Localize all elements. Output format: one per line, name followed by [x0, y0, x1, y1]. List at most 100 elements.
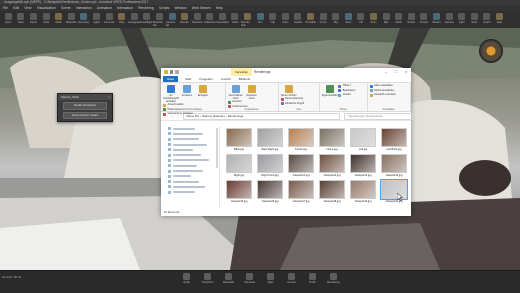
menu-item-edit[interactable]: Edit [13, 6, 19, 10]
toolbar-button-cluster[interactable]: Cluster [418, 11, 431, 27]
eigenschaften-button[interactable]: Eigenschaften [322, 84, 338, 97]
tab-ansicht[interactable]: Ansicht [221, 77, 231, 81]
nav-scrollbar[interactable] [216, 128, 218, 168]
toolbar-button-camera[interactable]: Camera [443, 11, 456, 27]
file-item[interactable]: Back Right.jpg [256, 128, 284, 151]
file-item[interactable]: Home.jpg [318, 128, 346, 151]
menu-item-interaction[interactable]: Interaction [76, 6, 92, 10]
toolbar-button-help[interactable]: Help [493, 11, 506, 27]
menu-item-interaction[interactable]: Interaction [117, 6, 133, 10]
verknüpfung-einfügen-button[interactable]: Verknüpfung einfügen [163, 112, 193, 117]
file-item[interactable]: Right Front.jpg [256, 154, 284, 177]
menu-item-visualization[interactable]: Visualization [37, 6, 56, 10]
toolbar-button-lights[interactable]: Lights [90, 11, 103, 27]
nav-tree-item[interactable] [161, 190, 219, 195]
toolbar-button-scan[interactable]: Scan [468, 11, 481, 27]
toolbar-button-clip[interactable]: Clip [266, 11, 279, 27]
kopieren-nach-button[interactable]: Kopieren nach [244, 84, 260, 100]
toolbar-button-sun[interactable]: Sun [254, 11, 267, 27]
toolbar-button-geometry[interactable]: Geometry [78, 11, 91, 27]
file-item[interactable]: Viewpoint5.jpg [225, 180, 253, 203]
toolbar-button-redo[interactable]: Redo [52, 11, 65, 27]
properties-icon[interactable] [169, 70, 173, 74]
file-item[interactable]: Left.jpg [349, 128, 377, 151]
toolbar-button-fullscreen[interactable]: Fullscreen [204, 11, 217, 27]
minimize-icon[interactable]: – [381, 68, 391, 76]
menu-item-view[interactable]: View [24, 6, 31, 10]
toolbar-button-vr[interactable]: VR [355, 11, 368, 27]
neuer-ordner-button[interactable]: Neuer Ordner [281, 84, 297, 97]
toolbar-button-video[interactable]: Video [229, 11, 242, 27]
toolbar-button-sens[interactable]: Sens [342, 11, 355, 27]
render-all-variants-button[interactable]: Render All Variants [63, 102, 107, 110]
menu-item-window[interactable]: Window [174, 6, 186, 10]
toolbar-button-render[interactable]: Render [178, 11, 191, 27]
menu-item-rendering[interactable]: Rendering [138, 6, 154, 10]
hud-button-clips[interactable]: Clips [262, 271, 279, 284]
menu-item-scripts[interactable]: Scripts [159, 6, 169, 10]
menu-item-help[interactable]: Help [216, 6, 223, 10]
toolbar-button-open[interactable]: Open [2, 11, 15, 27]
tab-bildtools[interactable]: Bildtools [239, 77, 250, 81]
toolbar-button-light[interactable]: Light [455, 11, 468, 27]
einfügen-button[interactable]: Einfügen [195, 84, 211, 97]
verlauf-button[interactable]: Verlauf [338, 93, 355, 98]
file-item[interactable]: Viewpoint0.jpg [380, 179, 408, 203]
close-icon[interactable]: × [108, 94, 110, 100]
tab-freigeben[interactable]: Freigeben [199, 77, 213, 81]
toolbar-button-cameras[interactable]: Cameras [103, 11, 116, 27]
toolbar-button-raytrace[interactable]: Raytrace [191, 11, 204, 27]
menu-item-scene[interactable]: Scene [61, 6, 71, 10]
hud-button-rendering[interactable]: Rendering [325, 271, 342, 284]
navigation-compass[interactable] [479, 39, 503, 63]
folder-icon[interactable] [164, 70, 168, 74]
toolbar-button-presentation[interactable]: Presentation [216, 11, 229, 27]
toolbar-button-save[interactable]: Save [15, 11, 28, 27]
menu-item-animation[interactable]: Animation [97, 6, 112, 10]
toolbar-button-camera-ed[interactable]: Camera Ed. [166, 11, 179, 27]
toolbar-button-import[interactable]: Import [27, 11, 40, 27]
hud-button-curves[interactable]: Curves [283, 271, 300, 284]
einfacher-zugriff-button[interactable]: Einfacher Zugriff [280, 102, 304, 107]
toolbar-button-materials[interactable]: Materials [65, 11, 78, 27]
toolbar-button-render-rgn[interactable]: Render Rgn [241, 11, 254, 27]
file-item[interactable]: Front1.jpg [287, 128, 315, 151]
file-item[interactable]: Viewpoint4.jpg [380, 154, 408, 177]
navigation-pane[interactable] [161, 126, 220, 207]
file-item[interactable]: Viewpoint3.jpg [349, 154, 377, 177]
toolbar-button-turntable[interactable]: Turntable [304, 11, 317, 27]
toolbar-button-scenegraph[interactable]: Scenegraph [128, 11, 141, 27]
toolbar-button-scan[interactable]: Scan [367, 11, 380, 27]
auswahl-umkehren-button[interactable]: Auswahl umkehren [369, 93, 396, 98]
toolbar-button-curve[interactable]: Curve [317, 11, 330, 27]
hud-button-pods[interactable]: Pods [304, 271, 321, 284]
toolbar-button-mat[interactable]: Mat [380, 11, 393, 27]
file-item[interactable]: Viewpoint1.jpg [287, 154, 315, 177]
search-input[interactable]: "Renderings" durchsuchen [343, 112, 413, 120]
variant-panel-header[interactable]: Variant_Shell × [58, 94, 112, 100]
file-item[interactable]: Viewpoint7.jpg [287, 180, 315, 203]
close-icon[interactable]: × [401, 68, 411, 76]
file-item[interactable]: Viewpoint2.jpg [318, 154, 346, 177]
toolbar-button-headlight[interactable]: Headlight [141, 11, 154, 27]
hud-button-materials[interactable]: Materials [220, 271, 237, 284]
toolbar-button-clips[interactable]: Clips [115, 11, 128, 27]
file-item[interactable]: Viewpoint8.jpg [318, 180, 346, 203]
toolbar-button-mesh[interactable]: Mesh [392, 11, 405, 27]
kopieren-button[interactable]: Kopieren [179, 84, 195, 97]
toolbar-button-undo[interactable]: Undo [40, 11, 53, 27]
hud-button-transform[interactable]: Transform [199, 271, 216, 284]
context-tab-manage[interactable]: Verwalten [231, 68, 253, 76]
menu-item-file[interactable]: File [3, 6, 8, 10]
toolbar-button-spatial[interactable]: Spatial [292, 11, 305, 27]
maximize-icon[interactable]: □ [391, 68, 401, 76]
toolbar-button-graph[interactable]: Graph [481, 11, 494, 27]
file-item[interactable]: Viewpoint6.jpg [256, 180, 284, 203]
file-item[interactable]: Right.jpg [225, 154, 253, 177]
select-function-variant-button[interactable]: Select Function Variant [63, 111, 107, 119]
toolbar-button-rig[interactable]: Rig [329, 11, 342, 27]
tab-datei[interactable]: Datei [163, 76, 179, 82]
file-item[interactable]: Left Back.jpg [380, 128, 408, 151]
toolbar-button-anim[interactable]: Anim [279, 11, 292, 27]
toolbar-button-material-ed[interactable]: Material Ed. [153, 11, 166, 27]
